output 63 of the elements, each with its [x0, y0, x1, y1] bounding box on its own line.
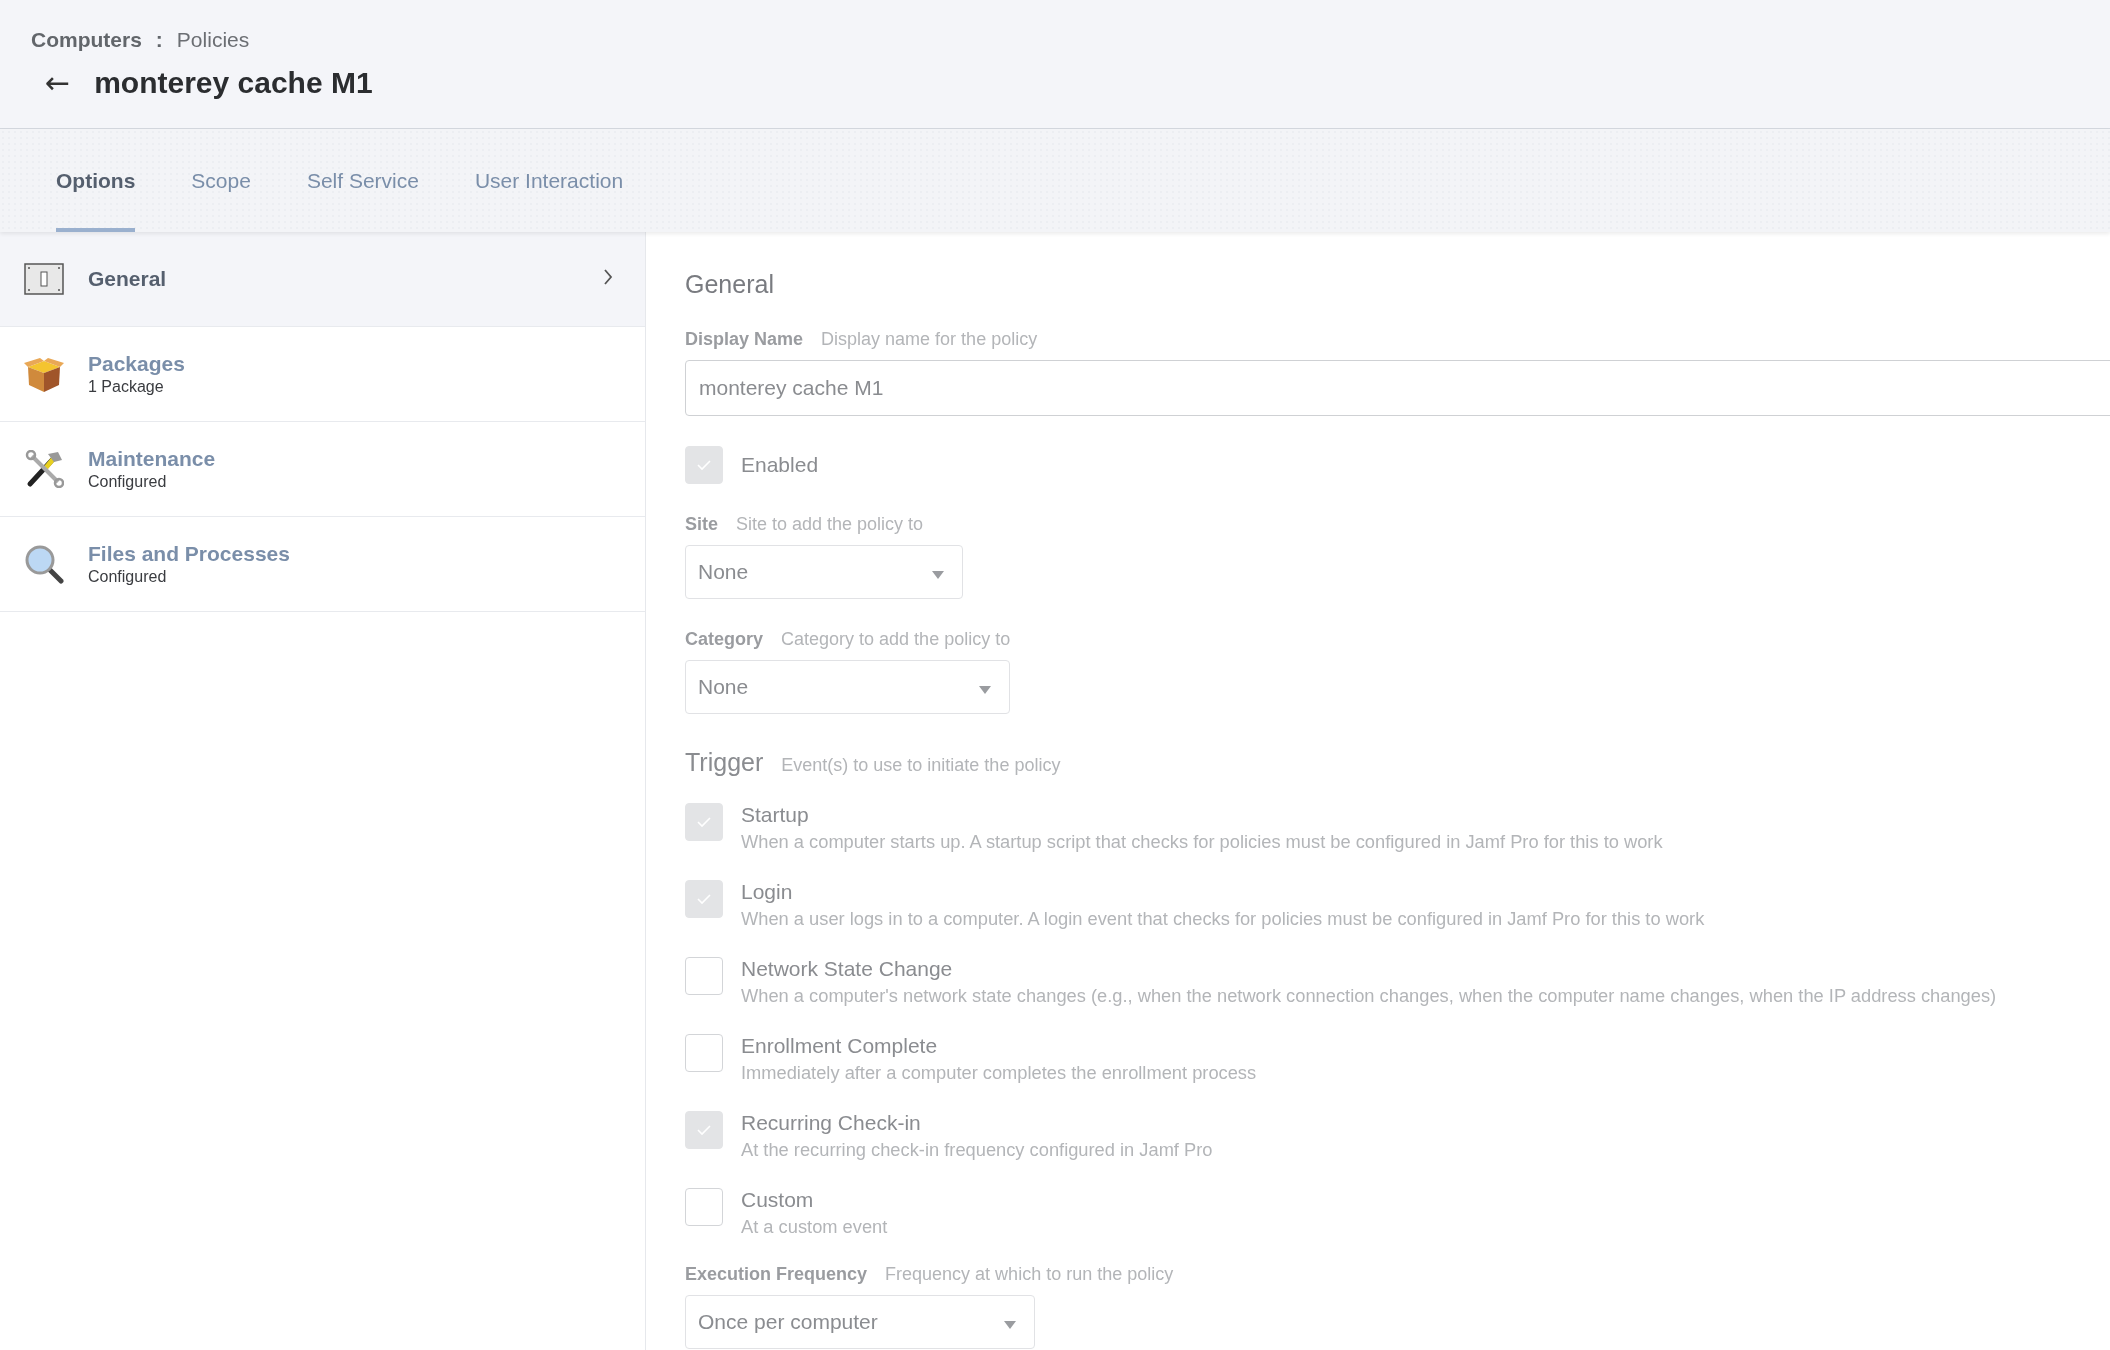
checkbox-label: Custom: [741, 1188, 815, 1212]
field-hint: Display name for the policy: [821, 329, 1038, 350]
dropdown[interactable]: None: [685, 545, 963, 599]
checkbox-label: Network State Change: [741, 957, 954, 981]
dropdown[interactable]: None: [685, 660, 1010, 714]
checkbox-label: Enabled: [741, 453, 819, 477]
checkbox[interactable]: [685, 880, 723, 918]
dropdown-arrow-icon: [932, 571, 944, 579]
sidebar-item-subtitle: Configured: [88, 568, 168, 586]
page-title: monterey cache M1: [94, 66, 373, 100]
sidebar-item-subtitle: 1 Package: [88, 378, 165, 396]
chevron-right-icon: [603, 269, 613, 285]
field-label: Category: [685, 629, 764, 650]
checkmark-icon: [696, 1124, 712, 1136]
option-description: When a computer's network state changes (e.g., when the network connection changes, when the computer name changes, when the IP address changes): [741, 985, 1997, 1007]
magnifier-icon: [24, 544, 64, 584]
display-name-field[interactable]: monterey cache M1: [685, 360, 2110, 416]
checkbox[interactable]: [685, 1188, 723, 1226]
checkbox-label: Startup: [741, 803, 810, 827]
sidebar-item-title: Maintenance: [88, 447, 217, 471]
field-hint: Site to add the policy to: [736, 514, 924, 535]
breadcrumb-link[interactable]: Computers: [31, 28, 142, 52]
checkmark-icon: [696, 893, 712, 905]
tab[interactable]: User Interaction: [474, 129, 624, 232]
option-description: When a computer starts up. A startup script that checks for policies must be configured in Jamf Pro for this to work: [741, 831, 1663, 853]
checkbox[interactable]: [685, 803, 723, 841]
box-icon: [24, 355, 64, 393]
checkmark-icon: [696, 459, 712, 471]
checkbox[interactable]: [685, 1034, 723, 1072]
breadcrumb-separator: :: [155, 28, 163, 52]
option-description: Immediately after a computer completes the enrollment process: [741, 1062, 1257, 1084]
field-label: Execution Frequency: [685, 1264, 868, 1285]
checkmark-icon: [696, 816, 712, 828]
dropdown-arrow-icon: [979, 686, 991, 694]
tab[interactable]: Scope: [191, 129, 251, 232]
back-button[interactable]: ←: [31, 68, 71, 98]
tab[interactable]: Self Service: [306, 129, 419, 232]
section-heading: General: [685, 270, 775, 299]
sidebar-item[interactable]: General: [0, 232, 645, 327]
sidebar-item-subtitle: Configured: [88, 473, 168, 491]
section-heading: Trigger: [685, 748, 764, 777]
option-description: When a user logs in to a computer. A login event that checks for policies must be configured in Jamf Pro for this to work: [741, 908, 1705, 930]
field-hint: Category to add the policy to: [781, 629, 1011, 650]
dropdown[interactable]: Once per computer: [685, 1295, 1035, 1349]
checkbox-label: Enrollment Complete: [741, 1034, 939, 1058]
checkbox-label: Login: [741, 880, 794, 904]
field-label: Display Name: [685, 329, 804, 350]
checkbox-label: Recurring Check-in: [741, 1111, 922, 1135]
checkbox[interactable]: [685, 1111, 723, 1149]
field-hint: Event(s) to use to initiate the policy: [781, 755, 1061, 776]
sidebar-item-title: Packages: [88, 352, 186, 376]
checkbox[interactable]: [685, 957, 723, 995]
hammer-and-wrench-icon: [24, 450, 64, 488]
checkbox[interactable]: [685, 446, 723, 484]
switch-plate-icon: [24, 263, 64, 295]
field-label: Site: [685, 514, 718, 535]
breadcrumb-current: Policies: [176, 28, 250, 52]
option-description: At the recurring check-in frequency configured in Jamf Pro: [741, 1139, 1213, 1161]
sidebar-item-title: General: [88, 267, 168, 291]
option-description: At a custom event: [741, 1216, 888, 1238]
sidebar-item-title: Files and Processes: [88, 542, 291, 566]
field-hint: Frequency at which to run the policy: [885, 1264, 1174, 1285]
dropdown-arrow-icon: [1004, 1321, 1016, 1329]
